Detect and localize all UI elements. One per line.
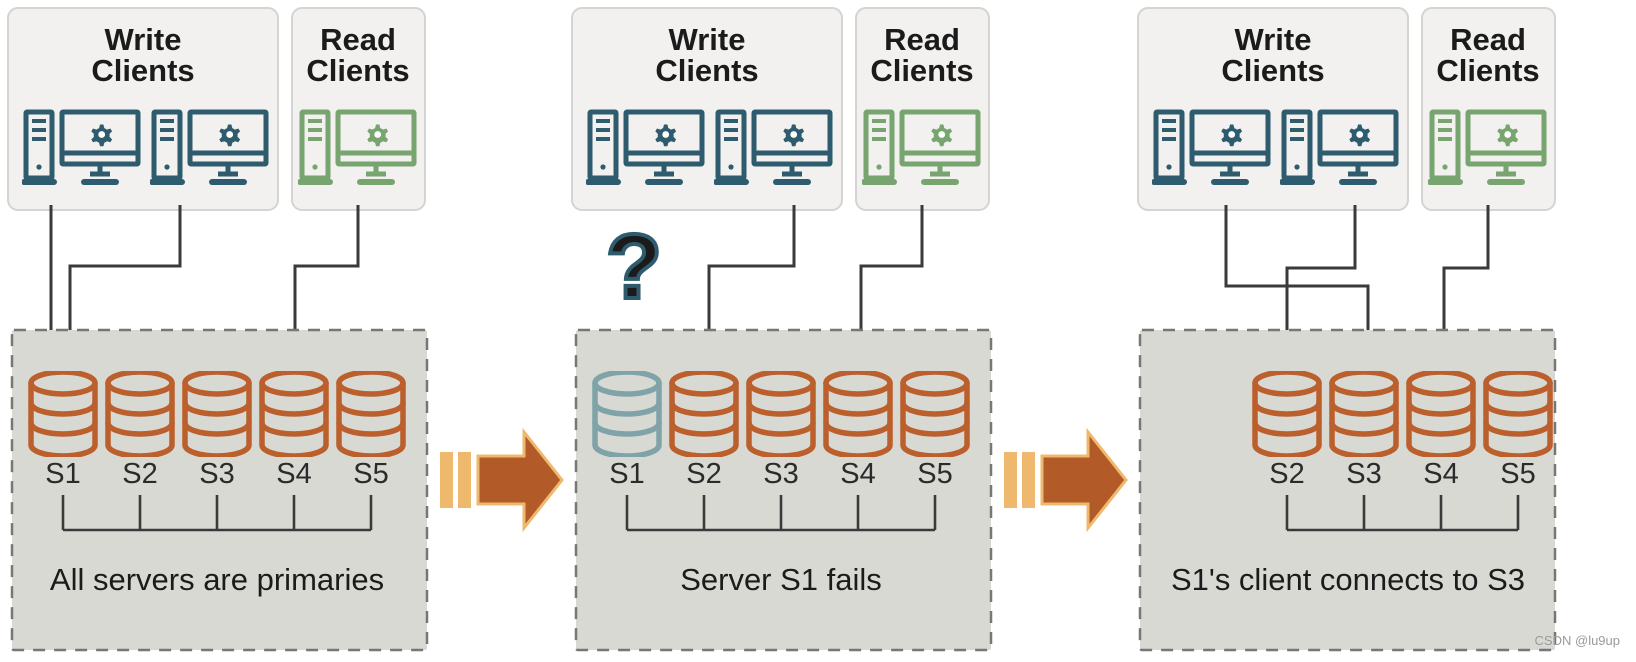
- panel-3-read-clients-box[interactable]: Read Clients: [1421, 7, 1556, 211]
- panel-1-read-clients-box[interactable]: Read Clients: [291, 7, 426, 211]
- panel-1-server-group: [10, 328, 429, 652]
- panel-3-server-label-S2: S2: [1269, 458, 1304, 490]
- panel-3-server-label-S5: S5: [1500, 458, 1535, 490]
- panel-3-write-clients-label-1: Write: [1235, 22, 1312, 57]
- panel-2-server-label-S3: S3: [763, 458, 798, 490]
- diagram-canvas: Write Clients Read Clients S1 S2 S3 S4 S…: [0, 0, 1636, 662]
- panel-3-server-label-S3: S3: [1346, 458, 1381, 490]
- step-arrow-2-bar-b: [1022, 452, 1035, 508]
- panel-2-read-clients-label-1: Read: [884, 22, 960, 57]
- step-arrow-1-glyph: [476, 427, 564, 533]
- panel-3-write-clients-label-2: Clients: [1221, 53, 1324, 88]
- panel-3: Write Clients Read Clients S2 S3 S4 S5 S…: [1137, 7, 1557, 652]
- panel-1-write-clients-label-1: Write: [105, 22, 182, 57]
- panel-1-write-clients-box[interactable]: Write Clients: [7, 7, 279, 211]
- panel-2: Write Clients Read Clients ? S1 S2 S3 S4…: [571, 7, 993, 652]
- step-arrow-1-bar-b: [458, 452, 471, 508]
- step-arrow-2-glyph: [1040, 427, 1128, 533]
- panel-2-caption: Server S1 fails: [680, 562, 882, 597]
- watermark: CSDN @lu9up: [1535, 633, 1620, 648]
- panel-1-write-clients-label-2: Clients: [91, 53, 194, 88]
- panel-1-server-label-S3: S3: [199, 458, 234, 490]
- panel-3-read-clients-label-1: Read: [1450, 22, 1526, 57]
- panel-2-question-mark-icon: ?: [606, 216, 662, 318]
- replication-failover-diagram: Write Clients Read Clients S1 S2 S3 S4 S…: [7, 7, 1620, 652]
- panel-2-server-group: [574, 328, 993, 652]
- panel-1-server-label-S2: S2: [122, 458, 157, 490]
- panel-1-server-label-S4: S4: [276, 458, 311, 490]
- step-arrow-1-bar-a: [440, 452, 453, 508]
- panel-2-write-clients-box[interactable]: Write Clients: [571, 7, 843, 211]
- step-arrow-1: [440, 427, 564, 533]
- panel-2-conn-rc1-to-S4: [855, 205, 924, 357]
- panel-1-read-clients-label-1: Read: [320, 22, 396, 57]
- panel-1: Write Clients Read Clients S1 S2 S3 S4 S…: [7, 7, 429, 652]
- panel-2-write-clients-label-2: Clients: [655, 53, 758, 88]
- panel-1-conn-rc1-to-S4: [289, 205, 360, 357]
- panel-1-caption: All servers are primaries: [50, 562, 384, 597]
- panel-2-server-label-S1: S1: [609, 458, 644, 490]
- panel-2-server-label-S4: S4: [840, 458, 875, 490]
- panel-1-server-label-S5: S5: [353, 458, 388, 490]
- panel-1-server-label-S1: S1: [45, 458, 80, 490]
- panel-3-caption: S1's client connects to S3: [1171, 562, 1525, 597]
- step-arrow-2: [1004, 427, 1128, 533]
- step-arrow-2-bar-a: [1004, 452, 1017, 508]
- panel-3-read-clients-label-2: Clients: [1436, 53, 1539, 88]
- panel-2-server-label-S2: S2: [686, 458, 721, 490]
- panel-2-read-clients-box[interactable]: Read Clients: [855, 7, 990, 211]
- panel-1-read-clients-label-2: Clients: [306, 53, 409, 88]
- panel-3-server-label-S4: S4: [1423, 458, 1458, 490]
- panel-2-write-clients-label-1: Write: [669, 22, 746, 57]
- panel-2-server-label-S5: S5: [917, 458, 952, 490]
- panel-2-read-clients-label-2: Clients: [870, 53, 973, 88]
- panel-3-write-clients-box[interactable]: Write Clients: [1137, 7, 1409, 211]
